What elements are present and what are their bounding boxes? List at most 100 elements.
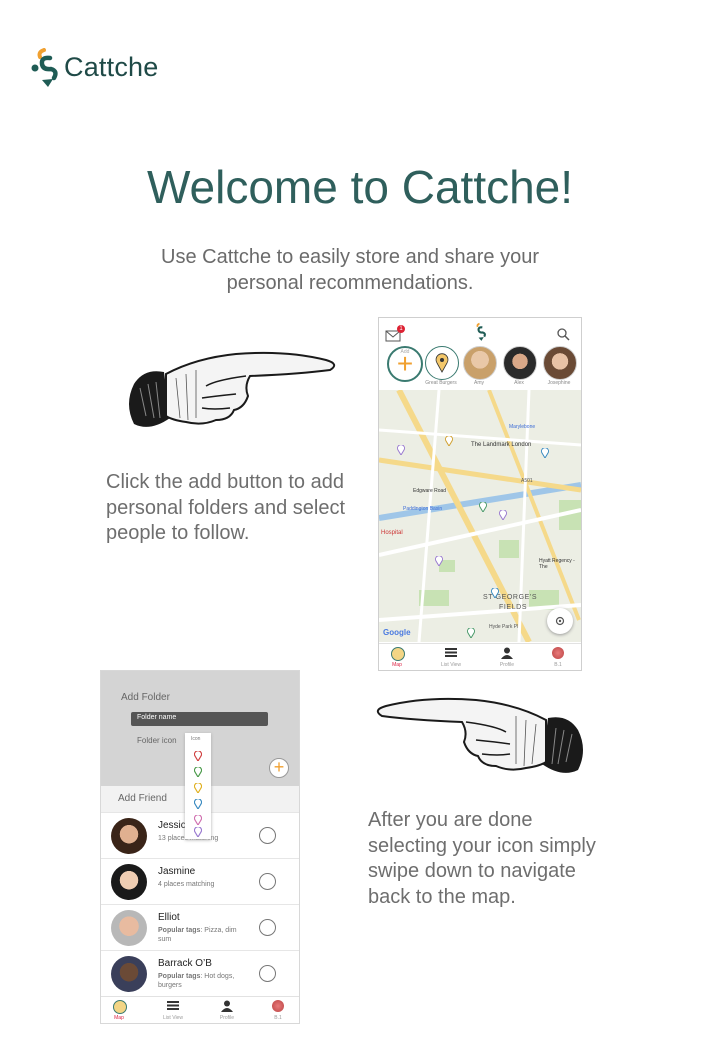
nav-list-label[interactable]: List View [158, 1015, 188, 1021]
friend-subtext: Popular tags: Hot dogs, burgers [158, 972, 238, 990]
map-label: Hyatt Regency - The [539, 558, 575, 570]
add-folder-screenshot: Add Folder Folder name Folder icon + Add… [100, 670, 300, 1024]
page-subtitle: Use Cattche to easily store and share yo… [110, 244, 590, 296]
friend-row[interactable]: Barrack O’B Popular tags: Hot dogs, burg… [101, 950, 299, 997]
map-label: Edgware Road [413, 488, 447, 494]
map-top-bar: 1 Add + Great Burgers Amy Alex Josephine [379, 318, 581, 388]
follow-radio[interactable] [259, 919, 276, 936]
add-folder-button[interactable]: + [269, 758, 289, 778]
friend-name: Barrack O’B [158, 958, 212, 969]
google-logo: Google [383, 628, 411, 637]
list-view-icon[interactable] [445, 648, 457, 657]
avatar [111, 818, 147, 854]
map-label: Marylebone [509, 424, 536, 430]
step-1-text: Click the add button to add personal fol… [106, 471, 346, 544]
map-pin-icon[interactable] [491, 588, 499, 598]
icon-dropdown-label: Icon [191, 736, 201, 742]
map-view[interactable]: Marylebone The Landmark London A501 Edgw… [379, 390, 581, 642]
pointing-hand-left-icon [376, 697, 583, 773]
follow-radio[interactable] [259, 827, 276, 844]
map-pin-icon[interactable] [499, 510, 507, 520]
follow-label: Amy [474, 380, 484, 386]
avatar [111, 910, 147, 946]
folder-great-burgers[interactable] [425, 346, 459, 380]
green-pin-icon[interactable] [194, 767, 202, 777]
add-folder-heading: Add Folder [121, 692, 170, 703]
nav-profile-label[interactable]: Profile [212, 1015, 242, 1021]
page-title: Welcome to Cattche! [146, 161, 574, 213]
yellow-pin-icon[interactable] [194, 783, 202, 793]
folder-label: Great Burgers [425, 380, 457, 386]
nav-map-label[interactable]: Map [104, 1015, 134, 1021]
avatar-josephine[interactable] [543, 346, 577, 380]
pink-pin-icon[interactable] [194, 815, 202, 825]
map-label: FIELDS [499, 604, 528, 611]
map-pin-icon[interactable] [479, 502, 487, 512]
map-tab-icon[interactable] [113, 1000, 127, 1014]
list-view-icon[interactable] [167, 1001, 179, 1010]
popular-tags-label: Popular tags [158, 927, 201, 934]
locate-me-button[interactable] [547, 608, 573, 634]
add-button[interactable]: Add + [387, 346, 423, 382]
burger-pin-icon [435, 353, 449, 373]
search-icon[interactable] [557, 328, 570, 341]
avatar [111, 956, 147, 992]
nav-list-label[interactable]: List View [436, 662, 466, 668]
cattche-logo-icon [476, 322, 486, 341]
folder-icon-label: Folder icon [137, 736, 177, 745]
subtitle-line-2: personal recommendations. [226, 272, 474, 294]
map-label: Hyde Park Pl [489, 624, 519, 630]
plus-icon: + [396, 348, 414, 379]
folder-name-input[interactable]: Folder name [131, 712, 268, 726]
map-label: Paddington Basin [403, 506, 443, 512]
red-pin-icon[interactable] [194, 751, 202, 761]
blue-pin-icon[interactable] [194, 799, 202, 809]
avatar-amy[interactable] [463, 346, 497, 380]
avatar [111, 864, 147, 900]
friend-name: Jasmine [158, 866, 196, 877]
profile-icon[interactable] [221, 1000, 233, 1012]
map-pin-icon[interactable] [541, 448, 549, 458]
avatar-alex[interactable] [503, 346, 537, 380]
friend-row[interactable]: Elliot Popular tags: Pizza, dim sum [101, 904, 299, 951]
friend-subtext: Popular tags: Pizza, dim sum [158, 926, 238, 944]
follow-label: Alex [514, 380, 524, 386]
follow-radio[interactable] [259, 965, 276, 982]
popular-tags-label: Popular tags [158, 973, 201, 980]
friend-name: Elliot [158, 912, 180, 923]
cattche-logo-icon [31, 48, 58, 87]
nav-map-label[interactable]: Map [382, 662, 412, 668]
friend-subtext: 4 places matching [158, 881, 215, 888]
map-label: The Landmark London [471, 442, 532, 448]
subtitle-line-1: Use Cattche to easily store and share yo… [161, 246, 539, 268]
map-pin-icon[interactable] [397, 445, 405, 455]
follow-radio[interactable] [259, 873, 276, 890]
pointing-hand-right-icon [129, 351, 336, 427]
map-label: Hospital [381, 530, 403, 536]
map-label: A501 [521, 478, 533, 484]
nav-b1-label[interactable]: B.1 [263, 1015, 293, 1021]
friend-row[interactable]: Jasmine 4 places matching [101, 858, 299, 905]
bottom-nav: Map List View Profile B.1 [379, 643, 581, 670]
mail-badge: 1 [397, 325, 405, 333]
map-roads [379, 390, 581, 642]
brain-icon[interactable] [552, 647, 564, 659]
map-pin-icon[interactable] [467, 628, 475, 638]
folder-name-placeholder: Folder name [137, 714, 177, 721]
nav-profile-label[interactable]: Profile [492, 662, 522, 668]
map-tab-icon[interactable] [391, 647, 405, 661]
crosshair-icon [555, 616, 565, 626]
follow-label: Josephine [547, 380, 571, 386]
map-pin-icon[interactable] [435, 556, 443, 566]
purple-pin-icon[interactable] [194, 827, 202, 837]
nav-b1-label[interactable]: B.1 [543, 662, 573, 668]
step-2-text: After you are done selecting your icon s… [368, 809, 596, 908]
add-friend-heading: Add Friend [118, 793, 167, 804]
map-pin-icon[interactable] [445, 436, 453, 446]
brand-name: Cattche [64, 52, 159, 82]
brain-icon[interactable] [272, 1000, 284, 1012]
profile-icon[interactable] [501, 647, 513, 659]
icon-dropdown[interactable]: Icon [185, 733, 211, 839]
map-screenshot: 1 Add + Great Burgers Amy Alex Josephine [378, 317, 582, 671]
bottom-nav: Map List View Profile B.1 [101, 996, 299, 1023]
